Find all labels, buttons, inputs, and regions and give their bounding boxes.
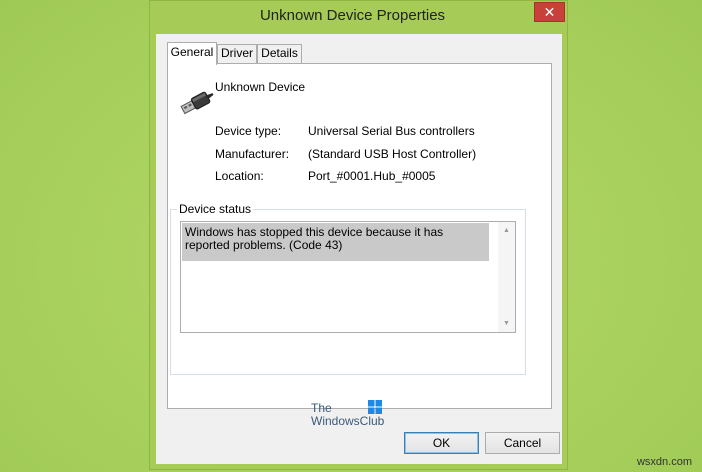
logo-line2: WindowsClub — [311, 414, 385, 428]
device-name: Unknown Device — [215, 80, 306, 94]
device-status-textbox[interactable]: Windows has stopped this device because … — [180, 221, 516, 333]
device-status-title: Device status — [177, 202, 254, 216]
tab-driver[interactable]: Driver — [217, 44, 257, 63]
windowsclub-logo: The WindowsClub — [304, 397, 394, 428]
usb-plug-icon — [180, 91, 214, 115]
device-type-label: Device type: — [215, 124, 282, 138]
device-status-text[interactable]: Windows has stopped this device because … — [182, 223, 489, 261]
location-value: Port_#0001.Hub_#0005 — [308, 169, 436, 183]
close-button[interactable]: ✕ — [534, 2, 565, 22]
title-bar[interactable]: Unknown Device Properties ✕ — [150, 1, 567, 33]
manufacturer-label: Manufacturer: — [215, 147, 290, 161]
general-tab-panel: Unknown Device Device type: Universal Se… — [167, 63, 552, 409]
watermark: wsxdn.com — [636, 456, 692, 468]
manufacturer-value: (Standard USB Host Controller) — [308, 147, 477, 161]
location-label: Location: — [215, 169, 264, 183]
close-icon: ✕ — [543, 3, 556, 20]
tab-details[interactable]: Details — [257, 44, 302, 63]
window-title: Unknown Device Properties — [259, 7, 446, 24]
scroll-up-icon[interactable]: ▲ — [498, 222, 515, 239]
properties-dialog: Unknown Device Properties ✕ General Driv… — [149, 0, 568, 470]
device-type-value: Universal Serial Bus controllers — [308, 124, 475, 138]
device-status-group: Device status Windows has stopped this d… — [170, 202, 526, 375]
tab-general[interactable]: General — [167, 42, 217, 65]
windows-flag-icon — [368, 400, 382, 414]
scroll-down-icon[interactable]: ▼ — [498, 315, 515, 332]
status-scrollbar[interactable]: ▲ ▼ — [498, 222, 515, 332]
cancel-button[interactable]: Cancel — [485, 432, 560, 454]
logo-line1: The — [311, 401, 332, 415]
ok-button[interactable]: OK — [404, 432, 479, 454]
dialog-client-area: General Driver Details Unknown Device De… — [156, 34, 562, 464]
